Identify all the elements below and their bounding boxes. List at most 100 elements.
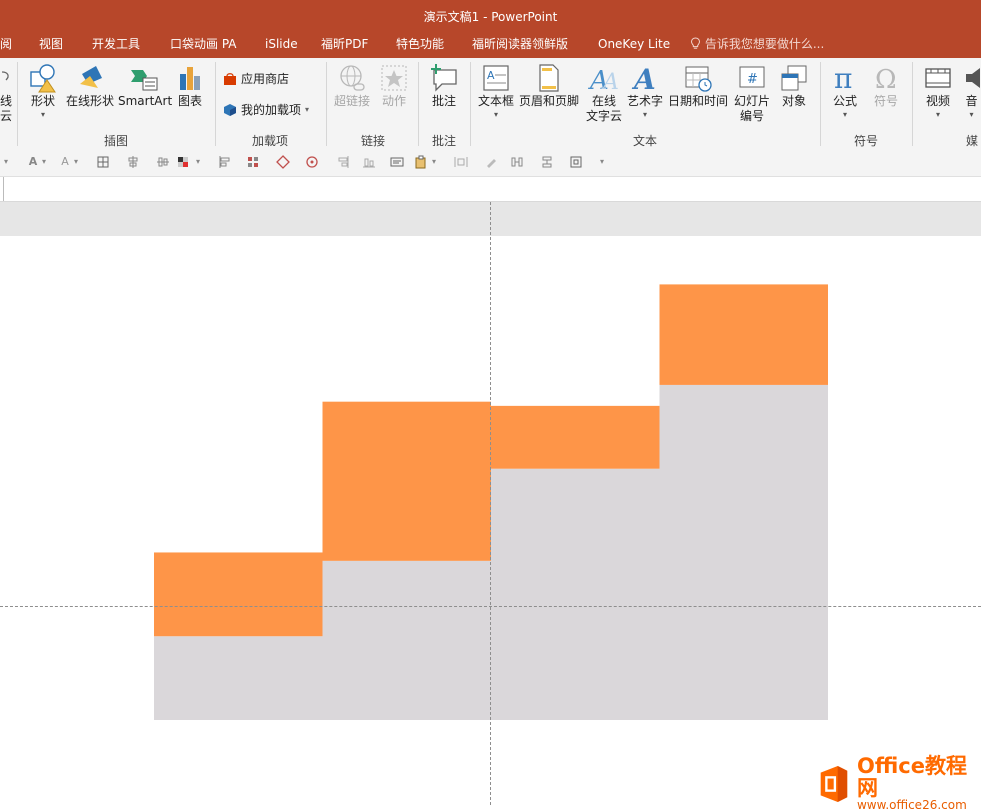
store-icon xyxy=(224,72,236,85)
tell-me-box[interactable]: 告诉我您想要做什么... xyxy=(690,34,824,58)
chevron-down-icon[interactable]: ▾ xyxy=(196,155,200,169)
crop-icon[interactable] xyxy=(569,155,583,169)
align-bottom-icon[interactable] xyxy=(362,155,376,169)
fill-color-icon[interactable] xyxy=(176,155,190,169)
online-shapes-button[interactable]: 在线形状 xyxy=(64,62,116,109)
symbol-button[interactable]: Ω 符号 xyxy=(866,62,906,109)
group-separator xyxy=(418,62,419,146)
group-label-comments: 批注 xyxy=(432,134,457,148)
group-label-media: 媒 xyxy=(966,134,979,148)
distribute-columns-icon[interactable] xyxy=(510,155,524,169)
my-addins-button[interactable]: 我的加载项 ▾ xyxy=(223,101,309,118)
chart-button[interactable]: 图表 xyxy=(172,62,208,109)
chevron-down-icon: ▾ xyxy=(935,110,940,119)
video-button[interactable]: 视频 ▾ xyxy=(918,62,958,119)
object-button[interactable]: 对象 xyxy=(774,62,814,109)
tab-islide[interactable]: iSlide xyxy=(265,34,298,58)
comment-label: 批注 xyxy=(431,94,456,108)
tab-view[interactable]: 视图 xyxy=(39,34,63,58)
tab-developer[interactable]: 开发工具 xyxy=(92,34,140,58)
chevron-down-icon: ▾ xyxy=(305,105,310,114)
video-label: 视频 xyxy=(925,94,950,108)
group-label-illustrations: 插图 xyxy=(104,134,129,148)
step-bar-4[interactable] xyxy=(659,284,829,385)
base-bar-2[interactable] xyxy=(322,560,492,720)
text-effect-icon[interactable]: A xyxy=(58,155,72,169)
size-icon[interactable] xyxy=(305,155,319,169)
rotate-icon[interactable] xyxy=(276,155,290,169)
grid-icon[interactable] xyxy=(96,155,110,169)
tab-onekey-lite[interactable]: OneKey Lite xyxy=(598,34,670,58)
step-bar-1[interactable] xyxy=(154,552,323,637)
header-footer-label: 页眉和页脚 xyxy=(518,94,579,108)
base-bar-4[interactable] xyxy=(659,384,829,720)
group-separator xyxy=(912,62,913,146)
tab-pocket-animation[interactable]: 口袋动画 PA xyxy=(170,34,237,58)
svg-text:A: A xyxy=(601,70,619,94)
audio-button[interactable]: 音 ▾ xyxy=(962,62,981,119)
chevron-down-icon[interactable]: ▾ xyxy=(74,155,78,169)
align-right-icon[interactable] xyxy=(336,155,350,169)
tab-foxit-reader[interactable]: 福昕阅读器领鲜版 xyxy=(472,34,568,58)
header-footer-button[interactable]: 页眉和页脚 xyxy=(518,62,580,109)
chevron-down-icon[interactable]: ▾ xyxy=(42,155,46,169)
distribute-horizontal-icon[interactable] xyxy=(454,155,468,169)
step-bar-2[interactable] xyxy=(322,401,492,561)
align-middle-icon[interactable] xyxy=(156,155,170,169)
my-addins-label: 我的加载项 xyxy=(241,103,302,117)
base-bar-3[interactable] xyxy=(491,468,660,720)
header-footer-icon xyxy=(539,64,559,92)
step-bar-3[interactable] xyxy=(491,405,660,469)
chart-label: 图表 xyxy=(177,94,202,108)
align-center-icon[interactable] xyxy=(126,155,140,169)
ribbon: 线 云 形状 ▾ 在线形状 SmartArt 图表 插图 应用商店 我的加载项 … xyxy=(0,58,981,151)
svg-text:Ω: Ω xyxy=(875,65,897,94)
group-label-text: 文本 xyxy=(633,134,658,148)
action-label: 动作 xyxy=(381,94,406,108)
distribute-rows-icon[interactable] xyxy=(540,155,554,169)
chevron-down-icon[interactable]: ▾ xyxy=(600,155,604,169)
tab-features[interactable]: 特色功能 xyxy=(396,34,444,58)
splitter-handle[interactable] xyxy=(0,177,4,201)
chevron-down-icon[interactable]: ▾ xyxy=(432,155,436,169)
shapes-button[interactable]: 形状 ▾ xyxy=(24,62,62,119)
text-icon[interactable] xyxy=(390,155,404,169)
slide-panel-header xyxy=(0,177,981,202)
online-wordcloud-button[interactable]: A A 在线 文字云 xyxy=(582,62,626,124)
vertical-guide[interactable] xyxy=(490,202,491,805)
chevron-down-icon: ▾ xyxy=(969,110,974,119)
lightbulb-icon xyxy=(690,37,701,49)
group-separator xyxy=(17,62,18,146)
equation-button[interactable]: π 公式 ▾ xyxy=(826,62,864,119)
base-bar-1[interactable] xyxy=(154,636,323,720)
online-wordcloud-label-1: 在线 xyxy=(591,94,616,108)
format-painter-icon[interactable] xyxy=(484,155,498,169)
online-wordcloud-partial-button[interactable]: 线 云 xyxy=(0,64,12,124)
horizontal-guide[interactable] xyxy=(0,606,981,607)
chevron-down-icon: ▾ xyxy=(40,110,45,119)
tab-foxit-pdf[interactable]: 福昕PDF xyxy=(321,34,368,58)
pi-icon: π xyxy=(834,62,852,94)
slide-number-button[interactable]: # 幻灯片 编号 xyxy=(732,62,772,124)
font-color-icon[interactable]: A xyxy=(26,155,40,169)
paste-icon[interactable] xyxy=(414,155,428,169)
align-left-icon[interactable] xyxy=(218,155,232,169)
comment-icon xyxy=(431,64,457,92)
smartart-icon xyxy=(131,70,158,91)
addins-icon xyxy=(224,103,236,116)
chevron-down-icon[interactable]: ▾ xyxy=(4,155,8,169)
textbox-button[interactable]: A 文本框 ▾ xyxy=(474,62,518,119)
hyperlink-button[interactable]: 超链接 xyxy=(332,62,372,109)
action-button[interactable]: 动作 xyxy=(376,62,412,109)
online-wordcloud-label-2: 文字云 xyxy=(585,109,622,123)
distribute-icon[interactable] xyxy=(246,155,260,169)
wordart-button[interactable]: A 艺术字 ▾ xyxy=(626,62,664,119)
smartart-button[interactable]: SmartArt xyxy=(118,62,172,109)
omega-icon: Ω xyxy=(875,65,897,94)
datetime-button[interactable]: 日期和时间 xyxy=(666,62,730,109)
store-button[interactable]: 应用商店 xyxy=(223,70,289,87)
tab-review[interactable]: 阅 xyxy=(0,34,12,58)
comment-button[interactable]: 批注 xyxy=(424,62,464,109)
title-bar: 演示文稿1 - PowerPoint xyxy=(0,0,981,34)
group-separator xyxy=(215,62,216,146)
